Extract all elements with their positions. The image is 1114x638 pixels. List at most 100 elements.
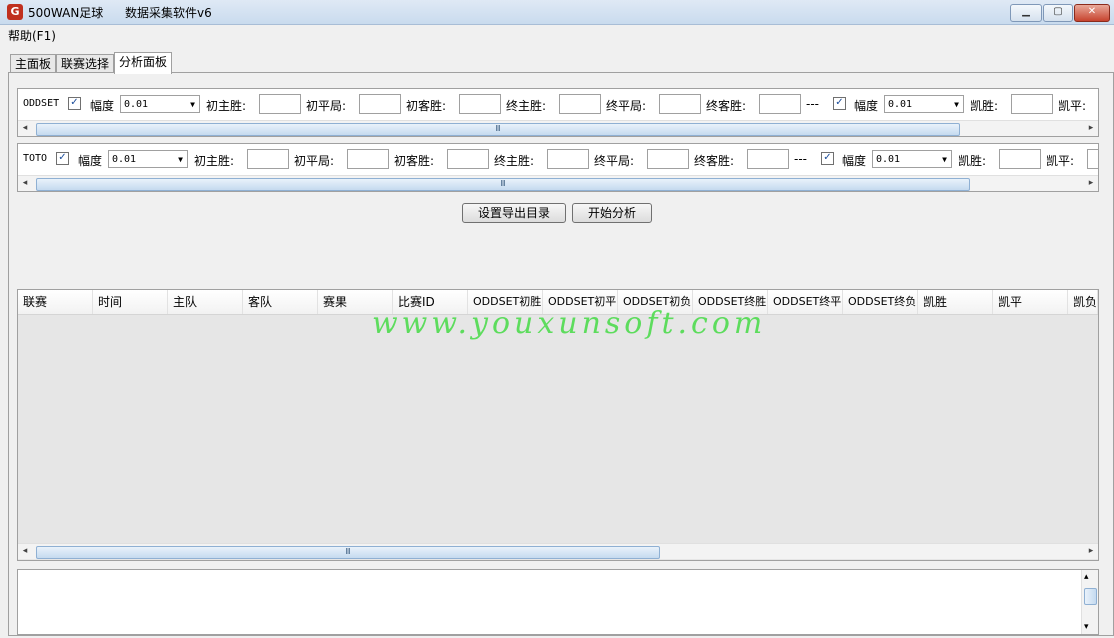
window-subtitle: 数据采集软件v6 — [125, 6, 212, 20]
oddset-separator: --- — [806, 97, 819, 111]
oddset-field-label: 终平局: — [606, 99, 647, 113]
window-title: 500WAN足球 — [28, 6, 104, 20]
scroll-right-icon[interactable]: ▸ — [1084, 176, 1098, 191]
checkbox-checked-icon: ✓ — [58, 152, 67, 163]
scroll-thumb[interactable]: Ⅲ — [36, 546, 660, 559]
oddset-amplitude-label-2: 幅度 — [854, 99, 879, 113]
column-header[interactable]: 凯胜 — [918, 290, 993, 314]
toto-kelly-checkbox[interactable]: ✓ — [821, 152, 834, 165]
toto-amplitude-label-2: 幅度 — [842, 154, 867, 168]
oddset-kelly-checkbox[interactable]: ✓ — [833, 97, 846, 110]
scroll-left-icon[interactable]: ◂ — [18, 121, 32, 136]
scroll-right-icon[interactable]: ▸ — [1084, 544, 1098, 559]
tab-analysis[interactable]: 分析面板 — [114, 52, 173, 74]
oddset-field-label: 初主胜: — [206, 99, 247, 113]
tab-league-select[interactable]: 联赛选择 — [56, 54, 115, 73]
checkbox-checked-icon: ✓ — [823, 152, 832, 163]
oddset-init-home-input[interactable] — [259, 94, 301, 114]
toto-field-label: 终主胜: — [494, 154, 535, 168]
toto-separator: --- — [794, 152, 807, 166]
toto-field-label: 初客胜: — [394, 154, 435, 168]
toto-filter-group: TOTO ✓ 幅度 0.01 ▼ 初主胜: 初平局: 初客胜: 终主胜: 终平局:… — [17, 143, 1099, 192]
menu-help[interactable]: 帮助(F1) — [8, 27, 56, 44]
toto-checkbox[interactable]: ✓ — [56, 152, 69, 165]
oddset-field-label: 初平局: — [306, 99, 347, 113]
column-header[interactable]: 主队 — [168, 290, 243, 314]
toto-hscrollbar[interactable]: ◂ Ⅲ ▸ — [18, 175, 1098, 191]
start-analysis-button[interactable]: 开始分析 — [572, 203, 652, 223]
column-header[interactable]: 凯平 — [993, 290, 1068, 314]
scroll-down-icon[interactable]: ▾ — [1084, 622, 1089, 632]
toto-kelly-label: 凯平: — [1046, 154, 1075, 168]
oddset-final-draw-input[interactable] — [659, 94, 701, 114]
toto-field-label: 终平局: — [594, 154, 635, 168]
toto-init-draw-input[interactable] — [347, 149, 389, 169]
column-header[interactable]: ODDSET终负 — [843, 290, 918, 314]
maximize-icon: ▢ — [1053, 6, 1063, 17]
oddset-kelly-label: 凯平: — [1058, 99, 1087, 113]
checkbox-checked-icon: ✓ — [835, 97, 844, 108]
toto-label: TOTO — [23, 153, 48, 164]
oddset-init-away-input[interactable] — [459, 94, 501, 114]
scroll-up-icon[interactable]: ▴ — [1084, 572, 1089, 582]
close-icon: ✕ — [1087, 6, 1097, 17]
oddset-checkbox[interactable]: ✓ — [68, 97, 81, 110]
toto-final-away-input[interactable] — [747, 149, 789, 169]
maximize-button[interactable]: ▢ — [1043, 4, 1073, 22]
column-header[interactable]: 凯负 — [1068, 290, 1098, 314]
set-export-dir-button[interactable]: 设置导出目录 — [462, 203, 566, 223]
log-output[interactable]: ▴ ▾ — [17, 569, 1099, 635]
toto-amplitude-select[interactable]: 0.01 ▼ — [108, 150, 188, 168]
column-header[interactable]: 时间 — [93, 290, 168, 314]
dropdown-arrow-icon: ▼ — [954, 100, 959, 109]
oddset-amplitude-label: 幅度 — [90, 99, 115, 113]
oddset-kelly-win-input[interactable] — [1011, 94, 1053, 114]
title-bar: G 500WAN足球 数据采集软件v6 ▁ ▢ ✕ — [0, 0, 1114, 25]
scroll-thumb[interactable]: Ⅲ — [36, 123, 960, 136]
log-vscrollbar[interactable]: ▴ ▾ — [1081, 570, 1098, 634]
oddset-field-label: 终客胜: — [706, 99, 747, 113]
dropdown-arrow-icon: ▼ — [178, 155, 183, 164]
oddset-init-draw-input[interactable] — [359, 94, 401, 114]
scroll-left-icon[interactable]: ◂ — [18, 544, 32, 559]
analysis-panel: ODDSET ✓ 幅度 0.01 ▼ 初主胜: 初平局: 初客胜: 终主胜: 终平… — [8, 72, 1114, 636]
column-header[interactable]: 客队 — [243, 290, 318, 314]
tab-main[interactable]: 主面板 — [10, 54, 57, 73]
oddset-amplitude-value: 0.01 — [124, 99, 149, 110]
scroll-thumb[interactable]: Ⅲ — [36, 178, 970, 191]
app-logo-icon: G — [7, 4, 23, 20]
minimize-button[interactable]: ▁ — [1010, 4, 1042, 22]
toto-amplitude-value-2: 0.01 — [876, 154, 901, 165]
toto-final-home-input[interactable] — [547, 149, 589, 169]
toto-init-home-input[interactable] — [247, 149, 289, 169]
toto-amplitude-label: 幅度 — [78, 154, 103, 168]
oddset-final-away-input[interactable] — [759, 94, 801, 114]
scroll-right-icon[interactable]: ▸ — [1084, 121, 1098, 136]
oddset-amplitude-select[interactable]: 0.01 ▼ — [120, 95, 200, 113]
close-button[interactable]: ✕ — [1074, 4, 1110, 22]
table-hscrollbar[interactable]: ◂ Ⅲ ▸ — [18, 543, 1098, 559]
toto-kelly-win-input[interactable] — [999, 149, 1041, 169]
column-header[interactable]: 联赛 — [18, 290, 93, 314]
oddset-amplitude-value-2: 0.01 — [888, 99, 913, 110]
column-header[interactable]: ODDSET终平 — [768, 290, 843, 314]
oddset-amplitude-select-2[interactable]: 0.01 ▼ — [884, 95, 964, 113]
toto-init-away-input[interactable] — [447, 149, 489, 169]
toto-kelly-label: 凯胜: — [958, 154, 987, 168]
toto-field-label: 初主胜: — [194, 154, 235, 168]
dropdown-arrow-icon: ▼ — [942, 155, 947, 164]
toto-kelly-draw-input[interactable] — [1087, 149, 1098, 169]
toto-final-draw-input[interactable] — [647, 149, 689, 169]
oddset-hscrollbar[interactable]: ◂ Ⅲ ▸ — [18, 120, 1098, 136]
scroll-thumb[interactable] — [1084, 588, 1097, 605]
scroll-left-icon[interactable]: ◂ — [18, 176, 32, 191]
toto-amplitude-select-2[interactable]: 0.01 ▼ — [872, 150, 952, 168]
dropdown-arrow-icon: ▼ — [190, 100, 195, 109]
oddset-final-home-input[interactable] — [559, 94, 601, 114]
watermark-text: www.youxunsoft.com — [372, 306, 767, 341]
minimize-icon: ▁ — [1022, 6, 1030, 17]
oddset-label: ODDSET — [23, 98, 60, 109]
toto-field-label: 初平局: — [294, 154, 335, 168]
checkbox-checked-icon: ✓ — [70, 97, 79, 108]
oddset-filter-group: ODDSET ✓ 幅度 0.01 ▼ 初主胜: 初平局: 初客胜: 终主胜: 终平… — [17, 88, 1099, 137]
